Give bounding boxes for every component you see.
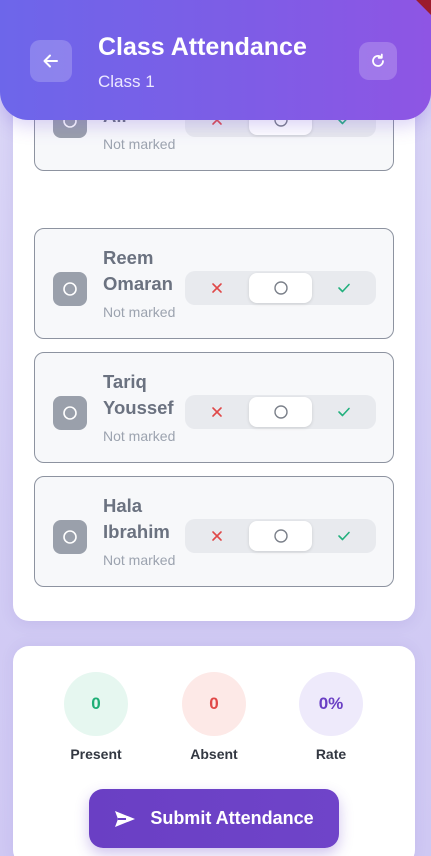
attendance-toggle bbox=[185, 519, 376, 553]
attendance-summary-card: 0 Present 0 Absent 0% Rate Submit Attend… bbox=[13, 646, 415, 856]
x-icon bbox=[212, 283, 222, 293]
back-button[interactable] bbox=[30, 40, 72, 82]
attendance-toggle bbox=[185, 271, 376, 305]
mark-present-button[interactable] bbox=[312, 519, 376, 553]
student-status: Not marked bbox=[103, 552, 176, 568]
mark-absent-button[interactable] bbox=[185, 519, 249, 553]
absent-stat: 0 Absent bbox=[169, 672, 259, 762]
present-stat: 0 Present bbox=[51, 672, 141, 762]
present-label: Present bbox=[70, 746, 122, 762]
student-name: Reem Omaran bbox=[103, 247, 173, 294]
debug-banner bbox=[405, 0, 431, 19]
attendance-toggle bbox=[185, 395, 376, 429]
student-status: Not marked bbox=[103, 428, 176, 444]
mark-present-button[interactable] bbox=[312, 271, 376, 305]
student-status: Not marked bbox=[103, 304, 176, 320]
student-list-card[interactable]: Ahmed Ali Not marked Reem Omaran Not mar… bbox=[13, 70, 415, 621]
x-icon bbox=[212, 531, 222, 541]
refresh-icon bbox=[372, 53, 384, 67]
circle-icon bbox=[273, 529, 288, 543]
absent-label: Absent bbox=[190, 746, 238, 762]
circle-icon bbox=[273, 281, 288, 295]
student-card: Tariq Youssef Not marked bbox=[34, 352, 394, 463]
circle-icon bbox=[63, 530, 77, 544]
submit-label: Submit Attendance bbox=[150, 808, 314, 828]
circle-icon bbox=[273, 405, 288, 419]
rate-stat: 0% Rate bbox=[286, 672, 376, 762]
page-title: Class Attendance bbox=[98, 33, 307, 61]
app-header: Class Attendance Class 1 bbox=[0, 0, 431, 120]
absent-count: 0 bbox=[182, 672, 246, 736]
mark-present-button[interactable] bbox=[312, 395, 376, 429]
send-icon bbox=[115, 810, 136, 827]
mark-unmarked-button[interactable] bbox=[249, 273, 312, 303]
present-count: 0 bbox=[64, 672, 128, 736]
student-name: Tariq Youssef bbox=[103, 371, 174, 418]
check-icon bbox=[338, 407, 350, 417]
student-avatar bbox=[53, 520, 87, 554]
submit-attendance-button[interactable]: Submit Attendance bbox=[89, 789, 339, 848]
student-avatar bbox=[53, 396, 87, 430]
circle-icon bbox=[63, 406, 77, 420]
student-status: Not marked bbox=[103, 136, 176, 152]
refresh-button[interactable] bbox=[359, 42, 397, 80]
mark-absent-button[interactable] bbox=[185, 271, 249, 305]
student-card: Reem Omaran Not marked bbox=[34, 228, 394, 339]
student-card: Hala Ibrahim Not marked bbox=[34, 476, 394, 587]
circle-icon bbox=[63, 282, 77, 296]
check-icon bbox=[338, 283, 350, 293]
check-icon bbox=[338, 531, 350, 541]
mark-unmarked-button[interactable] bbox=[249, 521, 312, 551]
rate-value: 0% bbox=[299, 672, 363, 736]
arrow-left-icon bbox=[43, 54, 58, 68]
rate-label: Rate bbox=[315, 746, 347, 762]
student-avatar bbox=[53, 272, 87, 306]
x-icon bbox=[212, 407, 222, 417]
mark-absent-button[interactable] bbox=[185, 395, 249, 429]
student-name: Hala Ibrahim bbox=[103, 495, 170, 542]
mark-unmarked-button[interactable] bbox=[249, 397, 312, 427]
class-subtitle: Class 1 bbox=[98, 72, 155, 91]
